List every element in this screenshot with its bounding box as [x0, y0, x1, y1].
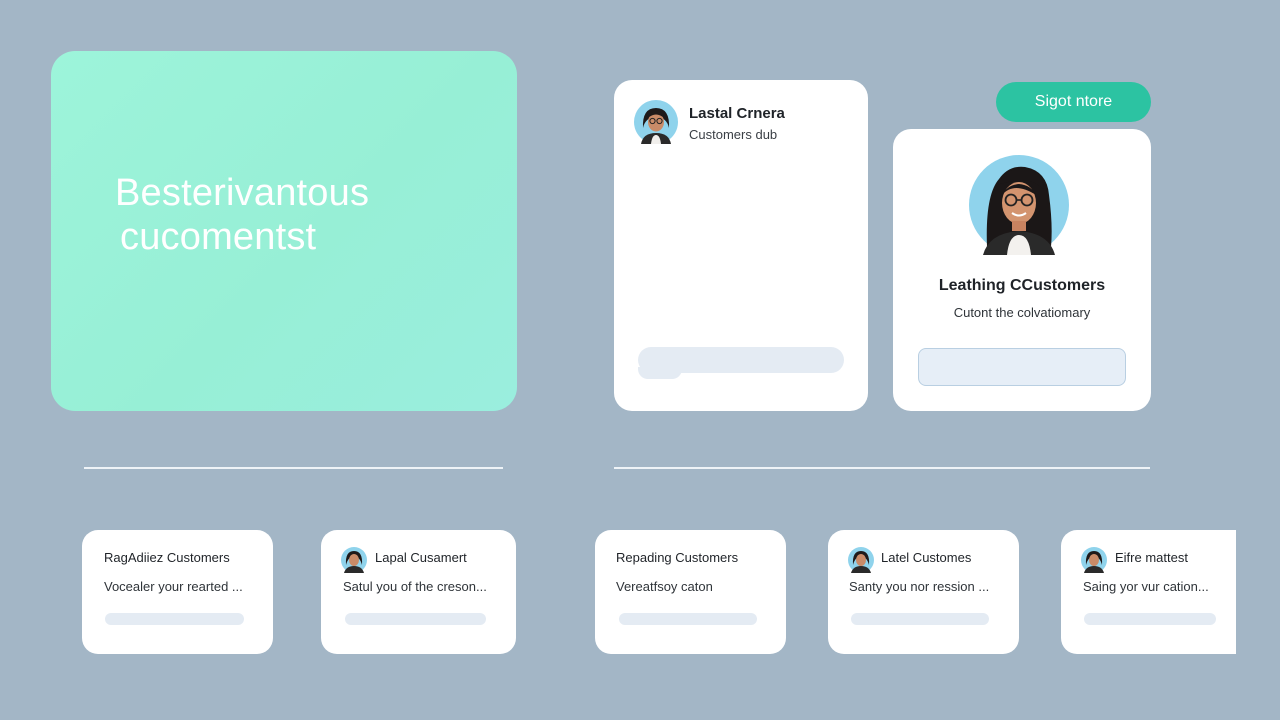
person-avatar-icon — [1081, 547, 1107, 573]
sign-more-button[interactable]: Sigot ntore — [996, 82, 1151, 122]
mini-card-placeholder-bar — [105, 613, 244, 625]
profile-input-field[interactable] — [918, 348, 1126, 386]
person-avatar-icon — [969, 155, 1069, 255]
mini-card-desc: Saing yor vur cation... — [1083, 579, 1209, 594]
divider-right — [614, 467, 1150, 469]
mini-card[interactable]: RagAdiiez Customers Vocealer your rearte… — [82, 530, 273, 654]
mini-card-title: Repading Customers — [616, 550, 739, 565]
customer-card-subtitle: Customers dub — [689, 127, 778, 142]
mini-card-title: Eifre mattest — [1115, 550, 1188, 565]
person-avatar-icon — [341, 547, 367, 573]
message-input[interactable] — [638, 347, 844, 379]
hero-title-line-2: cucomentst — [120, 216, 317, 258]
mini-card-desc: Satul you of the creson... — [343, 579, 487, 594]
mini-card-title: Lapal Cusamert — [375, 550, 467, 565]
hero-title: Besterivantous cucomentst — [115, 171, 369, 259]
mini-card-desc: Vocealer your rearted ... — [104, 579, 243, 594]
mini-card[interactable]: Eifre mattest Saing yor vur cation... — [1061, 530, 1236, 654]
mini-card-title: RagAdiiez Customers — [104, 550, 230, 565]
mini-card-placeholder-bar — [1084, 613, 1216, 625]
mini-card[interactable]: Latel Customes Santy you nor ression ... — [828, 530, 1019, 654]
mini-card-desc: Santy you nor ression ... — [849, 579, 990, 594]
profile-card-title: Leathing CCustomers — [938, 277, 1106, 294]
profile-card-subtitle: Cutont the colvatiomary — [953, 305, 1091, 320]
customer-card[interactable]: Lastal Crnera Customers dub — [614, 80, 868, 411]
mini-card[interactable]: Repading Customers Vereatfsoy caton — [595, 530, 786, 654]
hero-panel: Besterivantous cucomentst — [51, 51, 517, 411]
hero-title-line-1: Besterivantous — [115, 172, 370, 214]
mini-card-placeholder-bar — [619, 613, 757, 625]
profile-card[interactable]: Leathing CCustomers Cutont the colvatiom… — [893, 129, 1151, 411]
mini-card-title: Latel Customes — [881, 550, 972, 565]
customer-card-title: Lastal Crnera — [689, 105, 785, 122]
mini-card-placeholder-bar — [345, 613, 486, 625]
mini-card[interactable]: Lapal Cusamert Satul you of the creson..… — [321, 530, 516, 654]
person-avatar-icon — [848, 547, 874, 573]
mini-card-placeholder-bar — [851, 613, 989, 625]
divider-left — [84, 467, 503, 469]
mini-card-desc: Vereatfsoy caton — [616, 579, 713, 594]
person-avatar-icon — [634, 100, 678, 144]
